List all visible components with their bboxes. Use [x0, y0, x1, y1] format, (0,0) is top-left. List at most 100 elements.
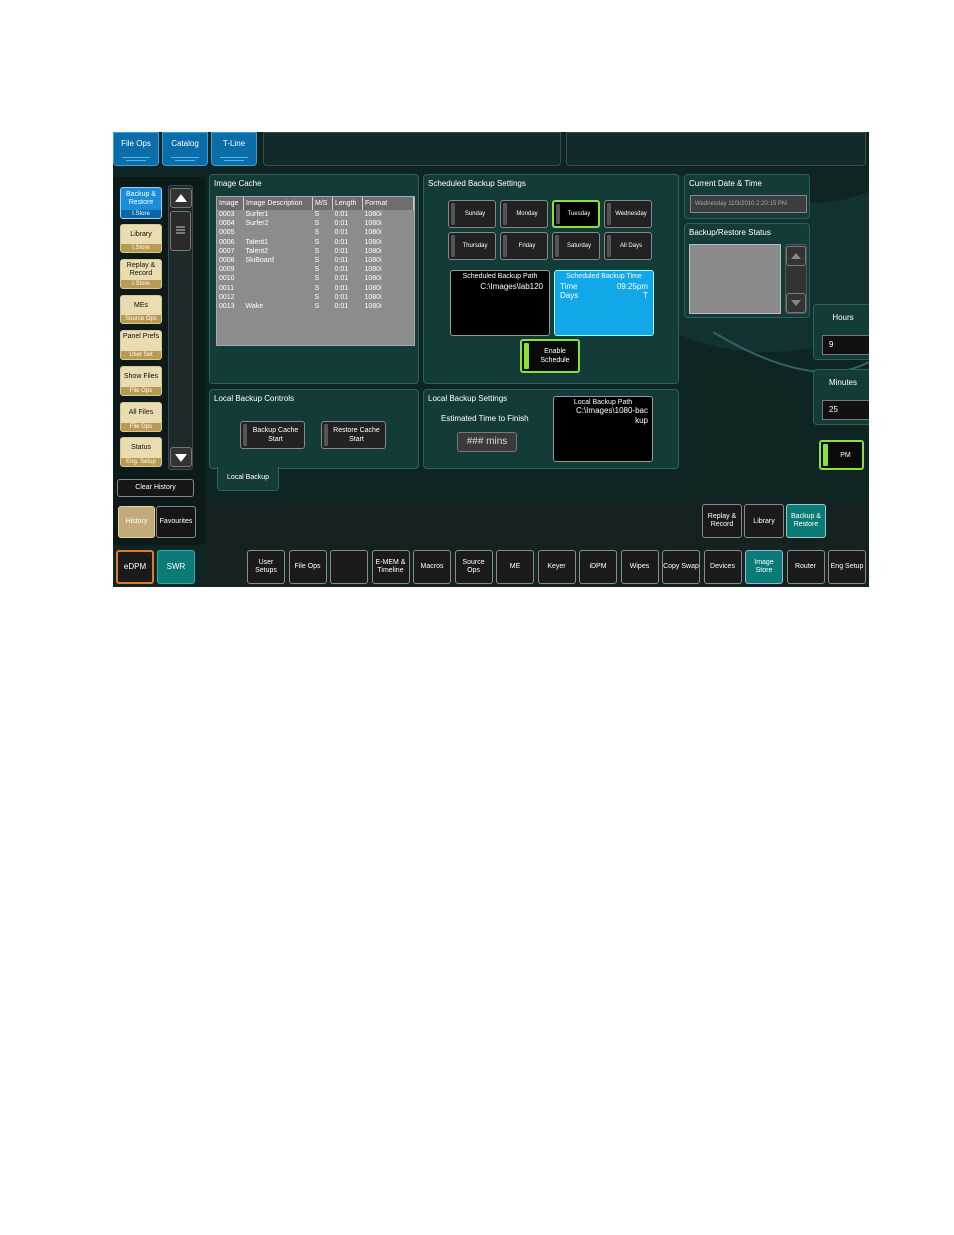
day-button-monday[interactable]: Monday — [500, 200, 548, 228]
table-row[interactable]: 0011 S 0:01 1080i — [217, 284, 414, 293]
table-row[interactable]: 0007 Talent2 S 0:01 1080i — [217, 247, 414, 256]
column-header-format[interactable]: Format — [362, 197, 414, 210]
table-cell — [244, 274, 313, 283]
nav-item-replay-record[interactable]: Replay & Record I.Store — [120, 259, 162, 289]
clear-history-button[interactable]: Clear History — [117, 479, 194, 497]
tab-t-line[interactable]: T-Line — [211, 132, 257, 166]
restore-cache-start-label: Restore Cache Start — [333, 427, 380, 443]
nav-scrollbar[interactable] — [168, 185, 193, 470]
tab-label: Catalog — [171, 139, 199, 148]
sub-tab-library[interactable]: Library — [744, 504, 784, 538]
table-row[interactable]: 0005 S 0:01 1080i — [217, 228, 414, 237]
bottom-tab-user-setups[interactable]: User Setups — [247, 550, 285, 584]
day-button-saturday[interactable]: Saturday — [552, 232, 600, 260]
scheduled-path-box[interactable]: Scheduled Backup Path C:\Images\lab120 — [450, 270, 550, 336]
table-row[interactable]: 0006 Talent1 S 0:01 1080i — [217, 238, 414, 247]
scheduled-time-box[interactable]: Scheduled Backup Time Time 09:25pm Days T — [554, 270, 654, 336]
nav-item-panel-prefs[interactable]: Panel Prefs User Set — [120, 330, 162, 360]
bottom-tab-keyer[interactable]: Keyer — [537, 550, 576, 584]
nav-item-sub: I.Store — [121, 280, 161, 288]
scroll-thumb[interactable] — [170, 211, 191, 251]
swr-button[interactable]: SWR — [157, 550, 195, 584]
table-cell: Wake — [245, 303, 264, 311]
day-button-all-days[interactable]: All Days — [604, 232, 652, 260]
column-header-length[interactable]: Length — [332, 197, 363, 210]
tab-catalog[interactable]: Catalog — [162, 132, 208, 166]
day-button-wednesday[interactable]: Wednesday — [604, 200, 652, 228]
favourites-label: Favourites — [159, 518, 193, 525]
day-button-thursday[interactable]: Thursday — [448, 232, 496, 260]
nav-item-label: Status — [131, 444, 151, 451]
restore-cache-start-button[interactable]: Restore Cache Start — [321, 421, 386, 449]
enable-schedule-button[interactable]: Enable Schedule — [520, 339, 580, 373]
table-cell — [244, 284, 313, 293]
edpm-button[interactable]: eDPM — [116, 550, 154, 584]
sub-tab-backup-restore[interactable]: Backup & Restore — [786, 504, 826, 538]
status-scrollbar[interactable] — [785, 244, 807, 314]
column-header-description[interactable]: Image Description — [243, 197, 313, 210]
pm-toggle[interactable]: PM — [819, 440, 864, 470]
day-button-sunday[interactable]: Sunday — [448, 200, 496, 228]
sub-tab-replay-record[interactable]: Replay & Record — [702, 504, 742, 538]
bottom-tab-empty[interactable] — [330, 550, 368, 584]
bottom-tab-router[interactable]: Router — [786, 550, 825, 584]
bottom-tab-wipes[interactable]: Wipes — [620, 550, 659, 584]
day-button-label: Thursday — [462, 242, 488, 249]
bottom-tab-idpm[interactable]: iDPM — [579, 550, 617, 584]
bottom-tab-e-mem-timeline[interactable]: E-MEM & Timeline — [371, 550, 410, 584]
table-cell: 0012 — [219, 293, 235, 301]
estimate-field: ### mins — [457, 432, 517, 452]
active-indicator — [823, 444, 828, 466]
image-cache-rows: 0003 Surfer1 S 0:01 1080i 0004 Surfer2 S 0:01 108… — [217, 210, 414, 311]
favourites-button[interactable]: Favourites — [156, 506, 196, 538]
day-button-label: Sunday — [464, 210, 486, 217]
nav-item-library[interactable]: Library I.Store — [120, 224, 162, 253]
column-header-image[interactable]: Image — [217, 197, 244, 210]
minutes-field[interactable]: 25 — [822, 400, 869, 420]
table-row[interactable]: 0009 S 0:01 1080i — [217, 265, 414, 274]
table-row[interactable]: 0003 Surfer1 S 0:01 1080i — [217, 210, 414, 219]
status-scroll-up-icon[interactable] — [786, 246, 806, 266]
table-cell: Surfer1 — [245, 211, 269, 218]
nav-item-label: Panel Prefs — [122, 333, 160, 340]
local-backup-tab[interactable]: Local Backup — [217, 467, 279, 491]
scroll-up-icon[interactable] — [170, 188, 192, 208]
bottom-tab-eng-setup[interactable]: Eng Setup — [828, 550, 866, 584]
day-button-friday[interactable]: Friday — [500, 232, 548, 260]
bottom-tab-devices[interactable]: Devices — [703, 550, 742, 584]
nav-item-status[interactable]: Status Eng. Setup — [120, 437, 162, 467]
column-header-ms[interactable]: M/S — [312, 197, 333, 210]
table-row[interactable]: 0004 Surfer2 S 0:01 1080i — [217, 219, 414, 228]
local-path-value: C:\Images\1080-backup — [575, 406, 648, 425]
status-scroll-down-icon[interactable] — [786, 293, 806, 313]
image-cache-table[interactable]: Image Image Description M/S Length Forma… — [216, 196, 415, 346]
nav-item-show-files[interactable]: Show Files File Ops — [120, 366, 162, 396]
image-cache-title: Image Cache — [214, 179, 262, 188]
table-cell: 0005 — [219, 229, 235, 237]
nav-item-backup-restore[interactable]: Backup & Restore I.Store — [120, 187, 162, 219]
bottom-tab-file-ops[interactable]: File Ops — [288, 550, 327, 584]
history-button[interactable]: History — [118, 506, 155, 538]
bottom-tab-me[interactable]: ME — [496, 550, 534, 584]
nav-item-all-files[interactable]: All Files File Ops — [120, 402, 162, 432]
estimate-label: Estimated Time to Finish — [441, 414, 529, 423]
table-row[interactable]: 0008 SkiBoard S 0:01 1080i — [217, 256, 414, 265]
table-cell: S — [314, 275, 320, 283]
bottom-tab-image-store[interactable]: Image Store — [745, 550, 783, 584]
backup-cache-start-button[interactable]: Backup Cache Start — [240, 421, 305, 449]
table-cell: S — [314, 229, 320, 237]
nav-item-mes[interactable]: MEs Source Ops — [120, 295, 162, 324]
nav-item-label: All Files — [128, 409, 154, 416]
table-row[interactable]: 0013 Wake S 0:01 1080i — [217, 302, 414, 311]
scroll-down-icon[interactable] — [170, 447, 192, 467]
local-path-box[interactable]: Local Backup Path C:\Images\1080-backup — [553, 396, 653, 462]
hours-field[interactable]: 9 — [822, 335, 869, 355]
day-button-tuesday[interactable]: Tuesday — [552, 200, 600, 228]
table-cell: S — [314, 247, 320, 255]
bottom-tab-source-ops[interactable]: Source Ops — [454, 550, 493, 584]
table-row[interactable]: 0010 S 0:01 1080i — [217, 274, 414, 283]
tab-file-ops[interactable]: File Ops — [113, 132, 159, 166]
table-row[interactable]: 0012 S 0:01 1080i — [217, 293, 414, 302]
bottom-tab-copy-swap[interactable]: Copy Swap — [662, 550, 700, 584]
bottom-tab-macros[interactable]: Macros — [413, 550, 451, 584]
